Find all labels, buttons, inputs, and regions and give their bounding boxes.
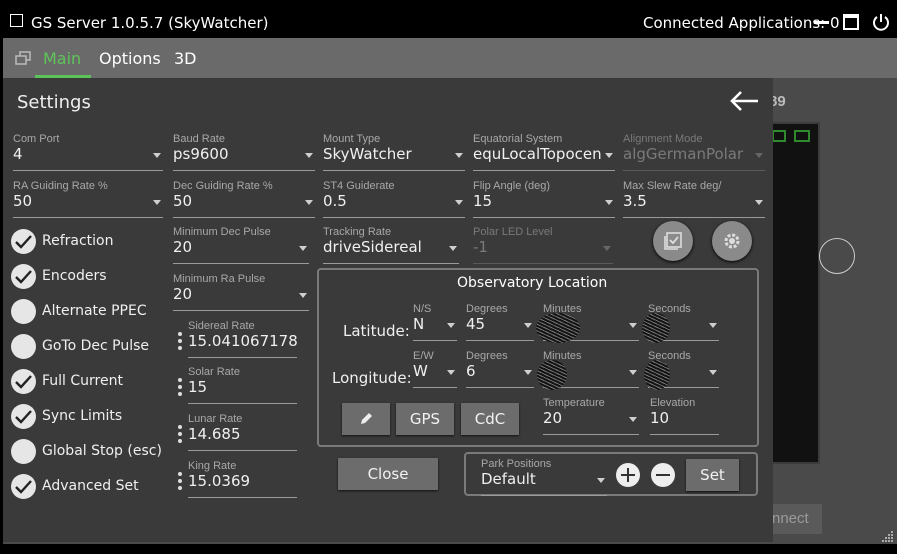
chevron-down-icon — [629, 417, 637, 422]
power-icon[interactable] — [872, 13, 890, 31]
flip-angle-select[interactable]: Flip Angle (deg) 15 — [473, 180, 615, 218]
set-park-button[interactable]: Set — [686, 459, 739, 491]
latitude-degrees-select[interactable]: Degrees 45 — [466, 303, 534, 341]
sidereal-rate-spinner-icon[interactable] — [178, 332, 182, 350]
alignment-mode-select: Alignment Mode algGermanPolar — [623, 133, 765, 171]
chevron-down-icon — [305, 200, 313, 205]
chevron-down-icon — [603, 246, 611, 251]
cdc-button[interactable]: CdC — [461, 403, 519, 435]
chevron-down-icon — [455, 200, 463, 205]
chevron-down-icon — [153, 200, 161, 205]
latitude-label: Latitude: — [343, 322, 410, 340]
longitude-ew-select[interactable]: E/W W — [413, 350, 457, 388]
chevron-down-icon — [299, 293, 307, 298]
window-restore-icon[interactable] — [15, 51, 31, 65]
resize-grip-icon[interactable] — [882, 530, 894, 542]
connected-applications: Connected Applications: 0 — [643, 14, 840, 32]
chevron-down-icon — [709, 370, 717, 375]
add-park-position-button[interactable] — [616, 463, 640, 487]
chevron-down-icon — [597, 478, 605, 483]
st4-guiderate-select[interactable]: ST4 Guiderate 0.5 — [323, 180, 465, 218]
chevron-down-icon — [447, 323, 455, 328]
latitude-ns-select[interactable]: N/S N — [413, 303, 457, 341]
minimize-icon[interactable] — [814, 21, 829, 24]
chevron-down-icon — [629, 370, 637, 375]
chevron-down-icon — [153, 153, 161, 158]
checkmark-icon — [15, 480, 32, 494]
checkmark-icon — [15, 270, 32, 284]
min-ra-pulse-select[interactable]: Minimum Ra Pulse 20 — [173, 273, 309, 311]
chevron-down-icon — [755, 200, 763, 205]
longitude-label: Longitude: — [332, 369, 412, 387]
chevron-down-icon — [524, 323, 532, 328]
redacted-mark — [536, 313, 580, 343]
save-settings-button[interactable] — [653, 221, 693, 261]
polar-led-level-select: Polar LED Level -1 — [473, 226, 613, 264]
window-title: GS Server 1.0.5.7 (SkyWatcher) — [31, 14, 269, 32]
lunar-rate-spinner-icon[interactable] — [178, 425, 182, 443]
equatorial-system-select[interactable]: Equatorial System equLocalTopocentri — [473, 133, 615, 171]
maximize-icon[interactable] — [843, 14, 859, 30]
tab-bar: Main Options 3D — [3, 38, 897, 78]
king-rate-field[interactable]: King Rate 15.0369 — [188, 460, 297, 498]
mount-type-select[interactable]: Mount Type SkyWatcher — [323, 133, 465, 171]
sky-view-icon[interactable] — [772, 130, 786, 142]
chevron-down-icon — [447, 370, 455, 375]
solar-rate-field[interactable]: Solar Rate 15 — [188, 366, 297, 404]
checklist-icon — [664, 232, 682, 250]
chevron-down-icon — [709, 323, 717, 328]
checkmark-icon — [15, 375, 32, 389]
lunar-rate-field[interactable]: Lunar Rate 14.685 — [188, 413, 297, 451]
chevron-down-icon — [629, 323, 637, 328]
remove-park-position-button[interactable] — [651, 463, 675, 487]
tab-options[interactable]: Options — [99, 49, 161, 68]
king-rate-spinner-icon[interactable] — [178, 472, 182, 490]
redacted-mark — [642, 313, 670, 343]
observatory-location-title: Observatory Location — [457, 275, 608, 291]
checkmark-icon — [15, 410, 32, 424]
baud-rate-select[interactable]: Baud Rate ps9600 — [173, 133, 315, 171]
close-button[interactable]: Close — [338, 458, 438, 490]
advanced-settings-button[interactable] — [712, 221, 752, 261]
chevron-down-icon — [605, 153, 613, 158]
ra-guiding-rate-select[interactable]: RA Guiding Rate % 50 — [13, 180, 163, 218]
gear-icon — [724, 233, 740, 249]
redacted-mark — [644, 360, 670, 390]
app-icon — [10, 14, 23, 27]
park-positions-select[interactable]: Park Positions Default — [481, 458, 607, 496]
minus-icon — [656, 474, 670, 476]
redacted-mark — [537, 360, 567, 390]
dec-guiding-rate-select[interactable]: Dec Guiding Rate % 50 — [173, 180, 315, 218]
chevron-down-icon — [755, 153, 763, 158]
max-slew-rate-select[interactable]: Max Slew Rate deg/ 3.5 — [623, 180, 765, 218]
min-dec-pulse-select[interactable]: Minimum Dec Pulse 20 — [173, 226, 309, 264]
temperature-select[interactable]: Temperature 20 — [543, 397, 639, 435]
back-arrow-icon[interactable] — [729, 90, 759, 112]
gps-button[interactable]: GPS — [396, 403, 454, 435]
chevron-down-icon — [455, 153, 463, 158]
longitude-degrees-select[interactable]: Degrees 6 — [466, 350, 534, 388]
connect-button[interactable]: nnect — [772, 504, 822, 534]
com-port-select[interactable]: Com Port 4 — [13, 133, 163, 171]
chevron-down-icon — [299, 246, 307, 251]
tab-main[interactable]: Main — [43, 49, 81, 68]
elevation-field[interactable]: Elevation 10 — [650, 397, 719, 435]
chevron-down-icon — [449, 246, 457, 251]
checkmark-icon — [15, 235, 32, 249]
chevron-down-icon — [305, 153, 313, 158]
background-circle-control[interactable] — [819, 238, 855, 274]
title-bar: GS Server 1.0.5.7 (SkyWatcher) Connected… — [0, 0, 897, 38]
tab-3d[interactable]: 3D — [174, 49, 197, 68]
solar-rate-spinner-icon[interactable] — [178, 378, 182, 396]
settings-title: Settings — [17, 92, 91, 113]
pencil-icon — [361, 413, 372, 424]
edit-location-button[interactable] — [342, 403, 390, 435]
chevron-down-icon — [524, 370, 532, 375]
tracking-rate-select[interactable]: Tracking Rate driveSidereal — [323, 226, 459, 264]
chevron-down-icon — [605, 200, 613, 205]
sidereal-rate-field[interactable]: Sidereal Rate 15.0410671787 — [188, 320, 297, 358]
sky-list-icon[interactable] — [794, 130, 810, 142]
